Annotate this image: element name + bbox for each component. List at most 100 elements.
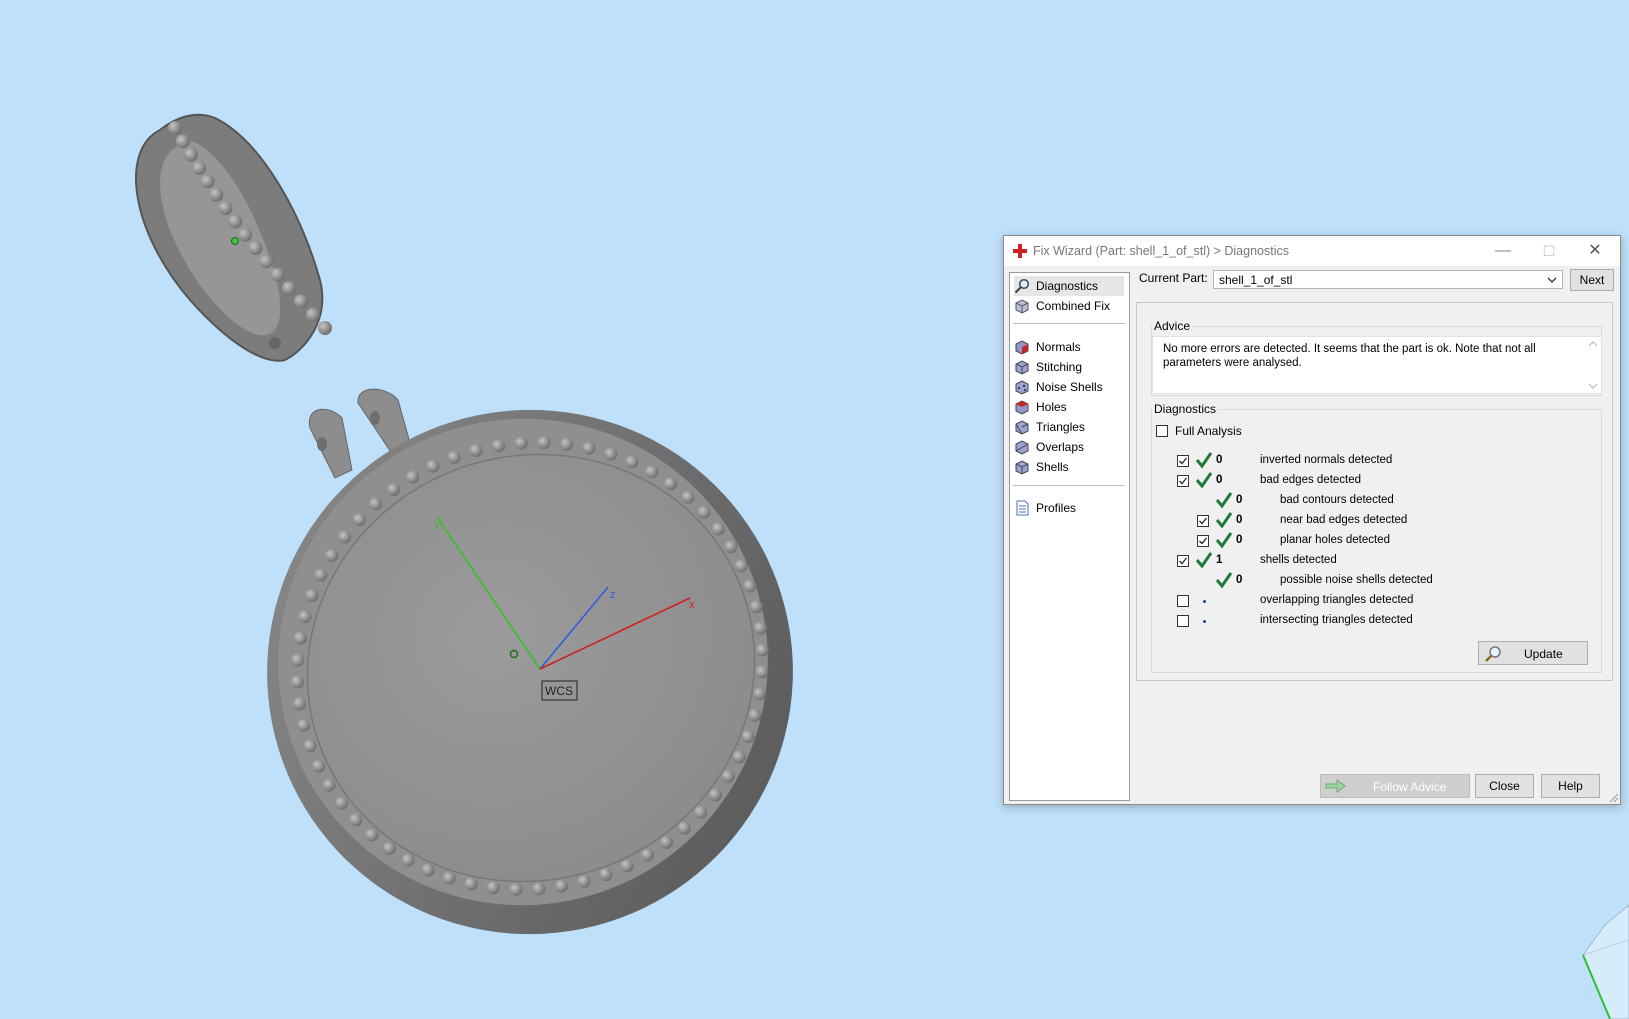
diagnostic-text: planar holes detected (1280, 534, 1390, 546)
holes-cube-icon (1015, 400, 1029, 415)
sidebar-item-shells[interactable]: Shells (1014, 457, 1124, 477)
close-button[interactable]: Close (1475, 774, 1534, 798)
bead (175, 134, 190, 149)
bead (218, 201, 233, 215)
bead (560, 437, 574, 451)
bead (577, 875, 591, 888)
bead (697, 505, 711, 519)
bead (297, 718, 311, 732)
bead (183, 147, 198, 162)
dialog-title: Fix Wizard (Part: shell_1_of_stl) > Diag… (1033, 244, 1289, 258)
diagnostic-checkbox[interactable] (1177, 555, 1189, 567)
advice-text: No more errors are detected. It seems th… (1163, 343, 1536, 369)
diagnostic-checkbox[interactable] (1177, 615, 1189, 627)
checkmark-icon (1179, 557, 1188, 565)
update-button[interactable]: Update (1478, 641, 1588, 665)
diagnostic-count: 0 (1236, 534, 1243, 546)
wcs-label: WCS (545, 684, 573, 698)
sidebar-item-combined-fix[interactable]: Combined Fix (1014, 296, 1124, 316)
diagnostics-group-label: Diagnostics (1152, 402, 1219, 416)
bead (305, 307, 320, 322)
current-part-select[interactable]: shell_1_of_stl (1213, 270, 1563, 289)
minimize-button[interactable]: — (1480, 236, 1526, 266)
help-button[interactable]: Help (1541, 774, 1600, 798)
bead (645, 465, 659, 479)
sidebar-item-triangles[interactable]: Triangles (1014, 417, 1124, 437)
status-dot-icon (1203, 620, 1206, 623)
green-check-icon (1215, 572, 1233, 589)
follow-advice-button[interactable]: Follow Advice (1320, 774, 1470, 798)
current-part-label: Current Part: (1139, 271, 1208, 285)
diagnostic-checkbox[interactable] (1197, 535, 1209, 547)
maximize-button[interactable]: ◻ (1526, 236, 1572, 266)
checkmark-icon (1199, 537, 1208, 545)
bead (694, 805, 708, 819)
bead (318, 321, 332, 335)
sidebar-item-holes[interactable]: Holes (1014, 397, 1124, 417)
diagnostic-count: 0 (1236, 574, 1243, 586)
stitching-cube-icon (1015, 360, 1029, 375)
sidebar-item-profiles[interactable]: Profiles (1014, 498, 1124, 518)
bead (724, 540, 738, 554)
bead (426, 459, 440, 473)
bead (734, 559, 748, 573)
current-part-value: shell_1_of_stl (1219, 273, 1293, 287)
diagnostic-text: shells detected (1260, 554, 1337, 566)
bead (748, 708, 762, 722)
diagnostic-count: 1 (1216, 554, 1223, 566)
bead (486, 881, 500, 895)
diagnostic-checkbox[interactable] (1177, 455, 1189, 467)
magnifier-icon (1485, 646, 1501, 662)
normals-cube-icon (1015, 340, 1029, 355)
diagnostic-text: near bad edges detected (1280, 514, 1408, 526)
advice-scrollbar[interactable] (1585, 337, 1601, 393)
diagnostic-text: intersecting triangles detected (1260, 614, 1413, 626)
bead (282, 281, 297, 295)
green-check-icon (1215, 532, 1233, 549)
advice-group-label: Advice (1152, 319, 1193, 333)
bead (312, 759, 326, 773)
diagnostic-text: possible noise shells detected (1280, 574, 1433, 586)
checkmark-icon (1199, 517, 1208, 525)
bead (401, 853, 415, 867)
magnifier-icon (1014, 278, 1030, 294)
diagnostic-checkbox[interactable] (1177, 595, 1189, 607)
bead (168, 121, 182, 135)
bead (209, 187, 224, 202)
bead (732, 750, 746, 764)
bead (406, 470, 420, 484)
bead (754, 621, 767, 635)
bead (755, 665, 769, 679)
dialog-titlebar[interactable]: Fix Wizard (Part: shell_1_of_stl) > Diag… (1004, 236, 1620, 266)
next-button[interactable]: Next (1570, 269, 1614, 291)
sidebar-item-overlaps[interactable]: Overlaps (1014, 437, 1124, 457)
bead (335, 796, 349, 810)
bead (291, 653, 305, 667)
bead (298, 610, 312, 624)
cube-icon (1015, 299, 1029, 314)
window-close-button[interactable]: ✕ (1572, 236, 1618, 266)
bead (314, 568, 328, 582)
sidebar-item-diagnostics[interactable]: Diagnostics (1014, 276, 1124, 296)
advice-textbox[interactable]: No more errors are detected. It seems th… (1152, 336, 1602, 394)
bead (620, 859, 634, 873)
bead (708, 788, 722, 802)
diagnostic-checkbox[interactable] (1177, 475, 1189, 487)
x-axis-label: x (689, 599, 695, 611)
bead (421, 863, 435, 877)
sidebar-item-stitching[interactable]: Stitching (1014, 357, 1124, 377)
sidebar-item-noise-shells[interactable]: Noise Shells (1014, 377, 1124, 397)
green-check-icon (1195, 552, 1213, 569)
bead (352, 513, 366, 527)
sidebar-item-normals[interactable]: Normals (1014, 337, 1124, 357)
bead (293, 631, 307, 645)
bead (325, 549, 339, 562)
resize-grip-icon[interactable] (1607, 791, 1619, 803)
bead (741, 730, 755, 743)
diagnostic-count: 0 (1216, 474, 1223, 486)
bead (322, 778, 336, 792)
diagnostic-checkbox[interactable] (1197, 515, 1209, 527)
diagnostic-text: bad contours detected (1280, 494, 1394, 506)
bead (756, 643, 769, 657)
full-analysis-checkbox[interactable] (1156, 425, 1168, 437)
